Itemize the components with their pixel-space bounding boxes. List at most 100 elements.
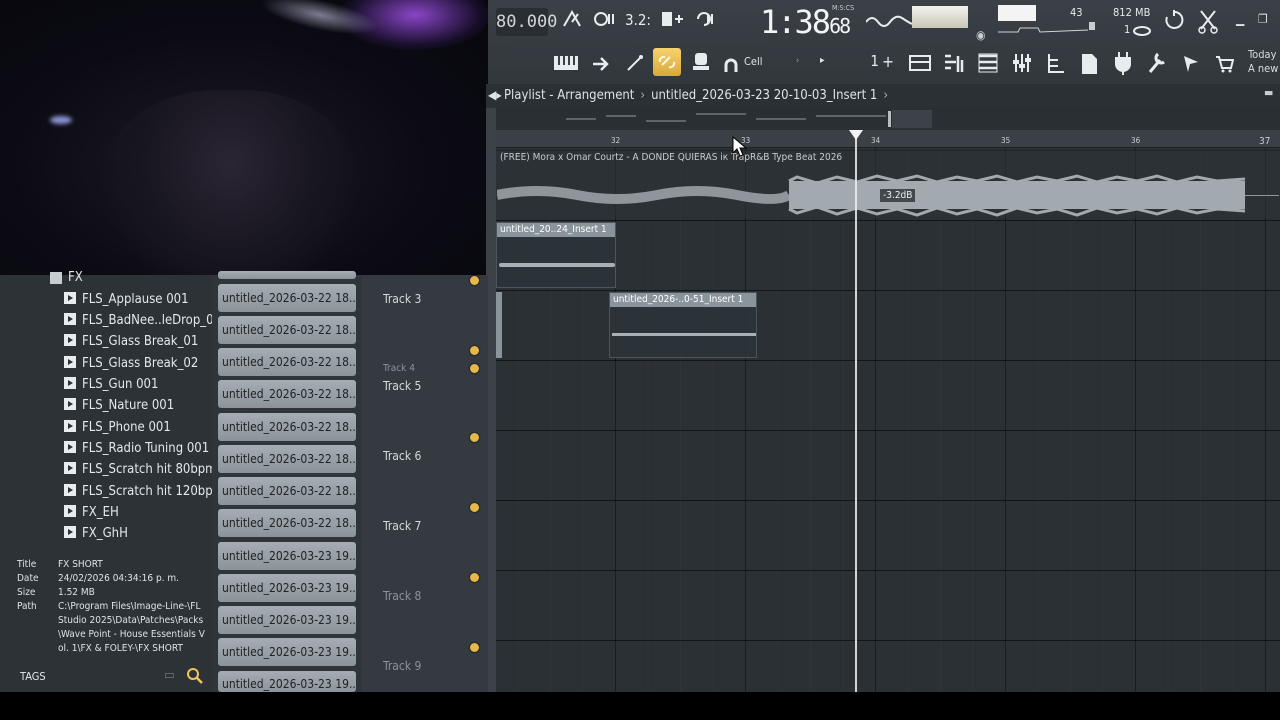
picker-item[interactable]: untitled_2026-03-23 19... (218, 542, 356, 570)
playlist-icon[interactable] (908, 52, 932, 74)
picker-item[interactable]: untitled_2026-03-22 18... (218, 477, 356, 505)
restore-icon[interactable]: ❐ (1258, 12, 1268, 26)
wait-record-icon[interactable] (591, 8, 619, 34)
tools-icon[interactable] (1146, 50, 1168, 76)
folder-small-icon[interactable]: ▭ (164, 668, 175, 683)
track-mute-dot[interactable] (470, 643, 479, 652)
audio-clip-insert-1[interactable]: untitled_20..24_Insert 1 (496, 222, 616, 288)
minimize-icon[interactable]: ▁ (1236, 12, 1244, 26)
track-label-7[interactable]: Track 7 (383, 519, 421, 533)
picker-item[interactable]: untitled_2026-03-23 19... (218, 638, 356, 666)
track-label-3[interactable]: Track 3 (383, 292, 421, 306)
step-edit-icon[interactable] (658, 8, 686, 34)
picker-item[interactable]: untitled_2026-03-22 18... (218, 316, 356, 344)
track-mute-dot[interactable] (470, 276, 479, 285)
track-mute-dot[interactable] (470, 346, 479, 355)
track-mute-dot[interactable] (470, 364, 479, 373)
news-hint[interactable]: Today A new (1248, 48, 1280, 76)
track-label-9[interactable]: Track 9 (383, 659, 421, 673)
breadcrumb-pattern[interactable]: untitled_2026-03-23 20-10-03_Insert 1 (651, 88, 877, 103)
picker-item[interactable]: untitled_2026-03-22 18... (218, 380, 356, 408)
browser-item[interactable]: FLS_Radio Tuning 001 (64, 441, 209, 461)
browser-item[interactable]: FLS_Glass Break_01 (64, 334, 198, 354)
track-label-6[interactable]: Track 6 (383, 449, 421, 463)
audio-clip-insert-2[interactable]: untitled_2026-..0-51_Insert 1 (609, 292, 757, 358)
shop-icon[interactable] (1214, 54, 1234, 74)
plugin-icon[interactable] (1112, 50, 1134, 76)
search-icon[interactable] (186, 667, 204, 685)
track-label-5[interactable]: Track 5 (383, 379, 421, 393)
picker-item[interactable]: untitled_2026-03-22 18... (218, 348, 356, 376)
browser-item[interactable]: FLS_Phone 001 (64, 420, 171, 440)
picker-item[interactable]: untitled_2026-03-22 18... (218, 284, 356, 312)
breadcrumb-root[interactable]: Playlist - Arrangement (504, 88, 634, 103)
snap-mode-select[interactable]: Cell (744, 55, 763, 68)
playhead[interactable] (855, 130, 857, 692)
memory-value: 812 MB (1113, 6, 1151, 19)
oscilloscope-icon (866, 15, 912, 27)
clip-fragment[interactable] (496, 292, 502, 358)
browser-item[interactable]: FX_EH (64, 505, 119, 525)
time-centiseconds: 68 (829, 14, 851, 38)
playlist-menu-icon[interactable]: ◀▸ (488, 88, 502, 102)
picker-item[interactable]: untitled_2026-03-22 18... (218, 413, 356, 441)
audio-clip-beat[interactable]: (FREE) Mora x Omar Courtz - A DONDE QUIE… (496, 150, 1280, 218)
browser-item[interactable]: FLS_Applause 001 (64, 292, 189, 312)
clip-title: untitled_20..24_Insert 1 (497, 223, 615, 237)
track-label-4[interactable]: Track 4 (383, 363, 415, 374)
playlist-overview-scrollbar[interactable] (486, 108, 1280, 130)
visibility-icon[interactable]: ◉ (976, 28, 985, 42)
loop-record-icon[interactable] (692, 8, 720, 34)
mixer-icon[interactable] (1010, 52, 1034, 74)
file-info-panel: Title FX SHORT Date 24/02/2026 04:34:16 … (10, 556, 210, 666)
browser-item[interactable]: FLS_Scratch hit 80bpm (64, 462, 217, 482)
info-size-key: Size (17, 587, 36, 598)
arrow-right-icon[interactable] (590, 54, 612, 74)
picker-item[interactable]: untitled_2026-03-23 19... (218, 574, 356, 602)
channel-rack-icon[interactable] (976, 52, 1000, 74)
cpu-bar-icon (1089, 22, 1095, 30)
piano-roll-icon[interactable] (942, 52, 966, 74)
project-icon[interactable] (1078, 52, 1100, 76)
metronome-icon[interactable] (558, 8, 586, 34)
pattern-prev-icon[interactable]: ▸ (820, 55, 825, 66)
countdown-icon[interactable]: 3.2: (624, 8, 652, 34)
picker-item[interactable]: untitled_2026-03-23 19... (218, 606, 356, 634)
picker-item-partial[interactable] (218, 271, 356, 279)
picker-item[interactable]: untitled_2026-03-22 18... (218, 509, 356, 537)
track-label-8[interactable]: Track 8 (383, 589, 421, 603)
browser-item[interactable]: FLS_Scratch hit 120bpm (64, 484, 224, 504)
browser-item[interactable]: FX_GhH (64, 526, 128, 546)
browser-tree-icon[interactable] (1044, 52, 1068, 76)
breadcrumb-end-arrow[interactable]: › (877, 88, 894, 103)
stamp-icon[interactable] (690, 50, 712, 74)
draw-tool-icon[interactable] (624, 52, 646, 74)
track-mute-dot[interactable] (470, 433, 479, 442)
picker-item[interactable]: untitled_2026-03-23 19... (218, 671, 356, 692)
lamp-light (50, 116, 72, 124)
cut-icon[interactable] (1196, 8, 1220, 34)
playlist-minimize-icon[interactable]: ▬ (1264, 86, 1273, 99)
track-mute-dot[interactable] (470, 573, 479, 582)
link-button[interactable] (653, 48, 681, 76)
refresh-icon[interactable] (1162, 8, 1186, 32)
pattern-selector[interactable]: 1 (855, 52, 879, 72)
browser-item[interactable]: FLS_Gun 001 (64, 377, 158, 397)
browser-folder-fx[interactable]: FX (68, 270, 83, 285)
snap-arrow-icon[interactable]: › (796, 56, 799, 66)
track-mute-dot[interactable] (470, 503, 479, 512)
playhead-marker-icon[interactable] (849, 130, 863, 140)
tags-label[interactable]: TAGS (20, 670, 46, 683)
add-pattern-button[interactable]: + (882, 52, 894, 71)
typing-keyboard-icon[interactable] (553, 53, 579, 73)
timeline-ruler[interactable] (490, 130, 1280, 148)
ruler-bar-34: 34 (871, 136, 881, 145)
magnet-icon[interactable] (722, 56, 740, 74)
picker-item[interactable]: untitled_2026-03-22 18... (218, 445, 356, 473)
pin-icon[interactable] (1180, 52, 1202, 74)
polyphony-icon (1133, 26, 1151, 36)
tempo-display[interactable]: 80.000 (496, 8, 557, 36)
browser-item[interactable]: FLS_Nature 001 (64, 398, 174, 418)
browser-item[interactable]: FLS_BadNee..leDrop_02 (64, 313, 221, 333)
browser-item[interactable]: FLS_Glass Break_02 (64, 356, 198, 376)
